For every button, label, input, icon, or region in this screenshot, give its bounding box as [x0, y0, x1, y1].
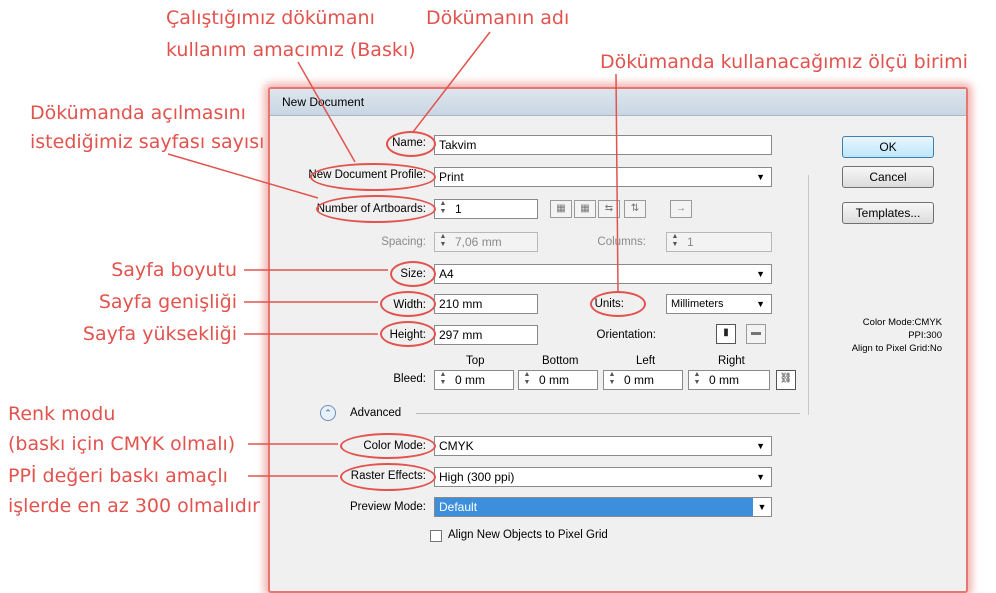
highlight-width-oval: [380, 291, 436, 317]
artboards-input[interactable]: ▲ ▼ 1: [434, 199, 538, 219]
align-pixel-grid-label: Align New Objects to Pixel Grid: [448, 529, 608, 541]
annotation-doc-name: Dökümanın adı: [426, 7, 570, 29]
bleed-right-stepper[interactable]: ▲ ▼: [691, 371, 703, 389]
highlight-artboards-oval: [316, 195, 436, 223]
columns-value: 1: [687, 235, 694, 249]
highlight-profile-oval: [310, 163, 436, 191]
bleed-left-stepper[interactable]: ▲ ▼: [606, 371, 618, 389]
artboards-stepper[interactable]: ▲ ▼: [437, 200, 449, 218]
bleed-top-value: 0 mm: [455, 373, 485, 387]
units-value: Millimeters: [671, 298, 724, 310]
bleed-right-label: Right: [718, 355, 745, 367]
templates-button[interactable]: Templates...: [842, 202, 934, 224]
profile-dropdown[interactable]: Print ▼: [434, 167, 772, 187]
bleed-right-input[interactable]: ▲ ▼ 0 mm: [688, 370, 770, 390]
bleed-bottom-stepper[interactable]: ▲ ▼: [521, 371, 533, 389]
highlight-raster-oval: [340, 463, 436, 491]
chevron-down-icon: ▼: [756, 441, 765, 451]
chevron-down-icon: ▼: [756, 269, 765, 279]
info-ppi: PPI:300: [908, 330, 942, 341]
size-dropdown[interactable]: A4 ▼: [434, 264, 772, 284]
bleed-right-value: 0 mm: [709, 373, 739, 387]
size-value: A4: [439, 267, 454, 281]
new-document-dialog: New Document Name: Takvim New Document P…: [268, 87, 968, 593]
bleed-bottom-label: Bottom: [542, 355, 579, 367]
annotation-page-width: Sayfa genişliği: [98, 291, 237, 313]
artboards-value: 1: [455, 202, 462, 216]
width-input[interactable]: 210 mm: [434, 294, 538, 314]
annotation-artboards-line2: istediğimiz sayfası sayısı: [30, 131, 265, 153]
annotation-page-height: Sayfa yüksekliği: [82, 323, 237, 345]
units-dropdown[interactable]: Millimeters ▼: [666, 294, 772, 314]
columns-stepper: ▲ ▼: [671, 233, 679, 248]
align-pixel-grid-checkbox[interactable]: [430, 530, 442, 542]
color-mode-value: CMYK: [439, 439, 474, 453]
name-input[interactable]: Takvim: [434, 135, 772, 155]
bleed-left-value: 0 mm: [624, 373, 654, 387]
annotation-artboards-line1: Dökümanda açılmasını: [30, 102, 246, 124]
highlight-name-oval: [386, 131, 436, 157]
annotation-doc-purpose-line2: kullanım amacımız (Baskı): [166, 39, 416, 61]
landscape-orientation-icon[interactable]: ▬: [746, 324, 766, 344]
orientation-label: Orientation:: [596, 329, 656, 341]
profile-value: Print: [439, 170, 464, 184]
bleed-top-label: Top: [466, 355, 485, 367]
preview-mode-label: Preview Mode:: [349, 501, 426, 513]
bleed-top-input[interactable]: ▲ ▼ 0 mm: [434, 370, 514, 390]
ok-button[interactable]: OK: [842, 136, 934, 158]
grid-by-column-icon[interactable]: ▦: [574, 200, 596, 218]
annotation-color-mode-line1: Renk modu: [8, 403, 116, 425]
annotation-ppi-line2: işlerde en az 300 olmalıdır: [8, 495, 260, 517]
bleed-label: Bleed:: [393, 373, 426, 385]
height-input[interactable]: 297 mm: [434, 325, 538, 345]
chevron-down-icon: ▼: [756, 172, 765, 182]
annotation-units: Dökümanda kullanacağımız ölçü birimi: [600, 51, 968, 73]
info-align-pixel-grid: Align to Pixel Grid:No: [851, 343, 942, 354]
annotation-page-size: Sayfa boyutu: [111, 259, 237, 281]
highlight-size-oval: [390, 261, 436, 287]
spacing-input: ▲ ▼ 7,06 mm: [434, 232, 538, 252]
advanced-label: Advanced: [350, 407, 402, 419]
arrange-by-column-icon[interactable]: ⇅: [624, 200, 646, 218]
spacing-label: Spacing:: [381, 236, 426, 248]
cancel-button[interactable]: Cancel: [842, 166, 934, 188]
chevron-down-icon: ▼: [756, 472, 765, 482]
info-color-mode: Color Mode:CMYK: [862, 317, 942, 328]
raster-effects-dropdown[interactable]: High (300 ppi) ▼: [434, 467, 772, 487]
link-bleed-icon[interactable]: ⛓: [776, 370, 796, 390]
preview-mode-value: Default: [439, 500, 478, 514]
collapse-advanced-icon[interactable]: ⌃: [320, 405, 336, 421]
bleed-left-label: Left: [636, 355, 656, 367]
preview-mode-dropdown[interactable]: Default ▼: [434, 497, 772, 517]
annotation-color-mode-line2: (baskı için CMYK olmalı): [8, 433, 236, 455]
spacing-value: 7,06 mm: [455, 235, 502, 249]
bleed-left-input[interactable]: ▲ ▼ 0 mm: [603, 370, 683, 390]
bleed-bottom-input[interactable]: ▲ ▼ 0 mm: [518, 370, 598, 390]
chevron-down-icon: ▼: [756, 299, 765, 309]
grid-by-row-icon[interactable]: ▦: [550, 200, 572, 218]
arrange-by-row-icon[interactable]: ⇆: [598, 200, 620, 218]
portrait-orientation-icon[interactable]: ▮: [716, 324, 736, 344]
columns-input: ▲ ▼ 1: [666, 232, 772, 252]
bleed-bottom-value: 0 mm: [539, 373, 569, 387]
highlight-units-oval: [590, 291, 646, 317]
right-to-left-icon[interactable]: →: [670, 200, 692, 218]
columns-label: Columns:: [597, 236, 646, 248]
dialog-titlebar[interactable]: New Document: [270, 89, 966, 116]
highlight-height-oval: [380, 321, 436, 347]
raster-effects-value: High (300 ppi): [439, 470, 515, 484]
color-mode-dropdown[interactable]: CMYK ▼: [434, 436, 772, 456]
annotation-ppi-line1: PPİ değeri baskı amaçlı: [8, 465, 228, 487]
annotation-doc-purpose-line1: Çalıştığımız dökümanı: [166, 7, 375, 29]
highlight-color-mode-oval: [340, 433, 436, 459]
chevron-down-icon: ▼: [753, 498, 771, 516]
advanced-divider: [416, 413, 800, 414]
bleed-top-stepper[interactable]: ▲ ▼: [437, 371, 449, 389]
dialog-title: New Document: [282, 95, 365, 109]
spacing-stepper: ▲ ▼: [439, 233, 447, 248]
